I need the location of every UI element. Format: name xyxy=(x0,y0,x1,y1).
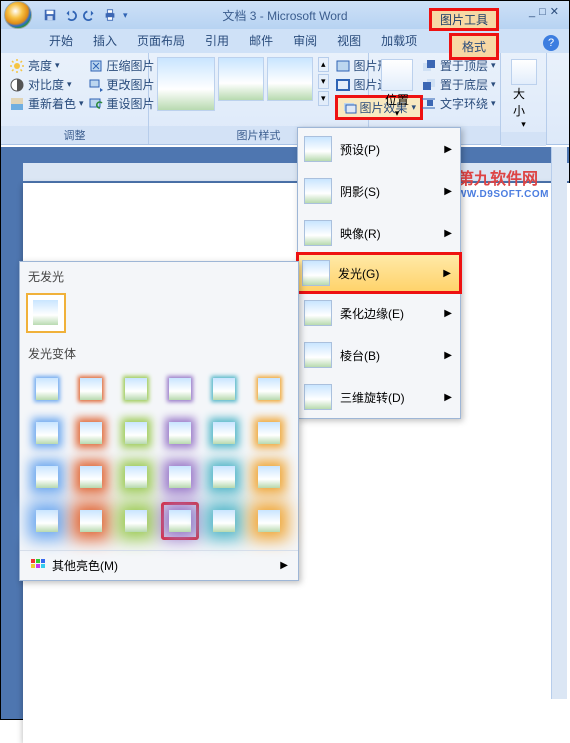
context-tab-picture-tools[interactable]: 图片工具 xyxy=(429,8,499,31)
glow-swatch[interactable] xyxy=(28,414,66,452)
glow-swatch[interactable] xyxy=(161,502,199,540)
glow-swatch[interactable] xyxy=(28,370,66,408)
qat-dropdown-icon[interactable]: ▾ xyxy=(123,10,128,21)
tab-5[interactable]: 审阅 xyxy=(283,28,327,53)
tab-6[interactable]: 视图 xyxy=(327,28,371,53)
chevron-right-icon: ▶ xyxy=(444,144,452,155)
gallery-scroll-down[interactable]: ▾ xyxy=(318,74,329,89)
text-wrap-button[interactable]: 文字环绕▾ xyxy=(421,95,496,112)
fx-glow[interactable]: 发光(G)▶ xyxy=(296,252,462,294)
glow-swatch[interactable] xyxy=(250,370,288,408)
help-icon[interactable]: ? xyxy=(543,35,559,51)
glow-swatch[interactable] xyxy=(117,370,155,408)
bevel-icon xyxy=(304,342,332,368)
glow-swatch[interactable] xyxy=(205,370,243,408)
size-icon xyxy=(511,59,537,85)
gallery-header-noglow: 无发光 xyxy=(20,262,298,287)
glow-swatch[interactable] xyxy=(28,458,66,496)
tab-2[interactable]: 页面布局 xyxy=(127,28,195,53)
group-label-size xyxy=(501,132,546,146)
fx-shadow[interactable]: 阴影(S)▶ xyxy=(298,170,460,212)
tab-1[interactable]: 插入 xyxy=(83,28,127,53)
gallery-more[interactable]: ▾ xyxy=(318,91,329,106)
glow-gallery: 无发光 发光变体 其他亮色(M) ▶ xyxy=(19,261,299,581)
glow-swatch[interactable] xyxy=(72,414,110,452)
reflection-icon xyxy=(304,220,332,246)
compress-button[interactable]: 压缩图片 xyxy=(88,57,155,74)
chevron-right-icon: ▶ xyxy=(444,228,452,239)
redo-icon[interactable] xyxy=(83,8,97,22)
size-button[interactable]: 大小 ▾ xyxy=(509,57,538,132)
window-title: 文档 3 - Microsoft Word xyxy=(222,7,347,24)
chevron-right-icon: ▶ xyxy=(280,560,288,571)
glow-swatch[interactable] xyxy=(205,458,243,496)
glow-swatch[interactable] xyxy=(250,458,288,496)
chevron-right-icon: ▶ xyxy=(444,350,452,361)
no-glow-swatch[interactable] xyxy=(26,293,66,333)
reset-picture-button[interactable]: 重设图片 xyxy=(88,95,155,112)
glow-swatch[interactable] xyxy=(161,370,199,408)
rotation-icon xyxy=(304,384,332,410)
brightness-button[interactable]: 亮度▾ xyxy=(9,57,84,74)
glow-swatch[interactable] xyxy=(161,458,199,496)
glow-swatch[interactable] xyxy=(205,414,243,452)
soft-edges-icon xyxy=(304,300,332,326)
gallery-scroll-up[interactable]: ▴ xyxy=(318,57,329,72)
save-icon[interactable] xyxy=(43,8,57,22)
print-icon[interactable] xyxy=(103,8,117,22)
contrast-button[interactable]: 对比度▾ xyxy=(9,76,84,93)
tab-3[interactable]: 引用 xyxy=(195,28,239,53)
vertical-scrollbar[interactable] xyxy=(551,147,567,699)
fx-soft-edges[interactable]: 柔化边缘(E)▶ xyxy=(298,292,460,334)
gallery-header-variants: 发光变体 xyxy=(20,339,298,364)
tab-7[interactable]: 加载项 xyxy=(371,28,427,53)
glow-swatch[interactable] xyxy=(205,502,243,540)
tab-format[interactable]: 格式 xyxy=(449,33,499,60)
tab-0[interactable]: 开始 xyxy=(39,28,83,53)
chevron-right-icon: ▶ xyxy=(444,308,452,319)
restore-icon[interactable]: □ xyxy=(539,6,550,18)
position-button[interactable]: 位置 ▾ xyxy=(377,57,417,121)
glow-icon xyxy=(302,260,330,286)
recolor-button[interactable]: 重新着色▾ xyxy=(9,95,84,112)
fx-preset[interactable]: 预设(P)▶ xyxy=(298,128,460,170)
glow-swatch[interactable] xyxy=(28,502,66,540)
fx-bevel[interactable]: 棱台(B)▶ xyxy=(298,334,460,376)
minimize-icon[interactable]: _ xyxy=(529,6,539,18)
close-icon[interactable]: ✕ xyxy=(550,6,563,18)
change-picture-button[interactable]: 更改图片 xyxy=(88,76,155,93)
office-button[interactable] xyxy=(4,1,32,29)
glow-swatch[interactable] xyxy=(117,458,155,496)
glow-swatch[interactable] xyxy=(72,458,110,496)
more-glow-colors[interactable]: 其他亮色(M) ▶ xyxy=(20,550,298,580)
glow-swatch[interactable] xyxy=(117,502,155,540)
fx-3d-rotation[interactable]: 三维旋转(D)▶ xyxy=(298,376,460,418)
picture-effects-menu: 预设(P)▶ 阴影(S)▶ 映像(R)▶ 发光(G)▶ 柔化边缘(E)▶ 棱台(… xyxy=(297,127,461,419)
group-label-adjust: 调整 xyxy=(1,126,148,144)
tab-4[interactable]: 邮件 xyxy=(239,28,283,53)
glow-swatch[interactable] xyxy=(72,502,110,540)
color-picker-icon xyxy=(30,558,46,574)
send-back-button[interactable]: 置于底层▾ xyxy=(421,76,496,93)
undo-icon[interactable] xyxy=(63,8,77,22)
glow-swatch[interactable] xyxy=(250,502,288,540)
chevron-right-icon: ▶ xyxy=(444,392,452,403)
glow-swatch[interactable] xyxy=(72,370,110,408)
fx-reflection[interactable]: 映像(R)▶ xyxy=(298,212,460,254)
chevron-right-icon: ▶ xyxy=(444,186,452,197)
glow-swatch[interactable] xyxy=(161,414,199,452)
shadow-icon xyxy=(304,178,332,204)
glow-swatch[interactable] xyxy=(117,414,155,452)
chevron-right-icon: ▶ xyxy=(443,268,451,279)
ribbon-tabs: 开始插入页面布局引用邮件审阅视图加载项 格式 ? xyxy=(1,29,569,53)
position-icon xyxy=(381,59,413,91)
watermark: 第九软件网 WWW.D9SOFT.COM xyxy=(447,165,549,200)
picture-styles-gallery[interactable]: ▴ ▾ ▾ xyxy=(157,57,329,111)
glow-swatch[interactable] xyxy=(250,414,288,452)
preset-icon xyxy=(304,136,332,162)
